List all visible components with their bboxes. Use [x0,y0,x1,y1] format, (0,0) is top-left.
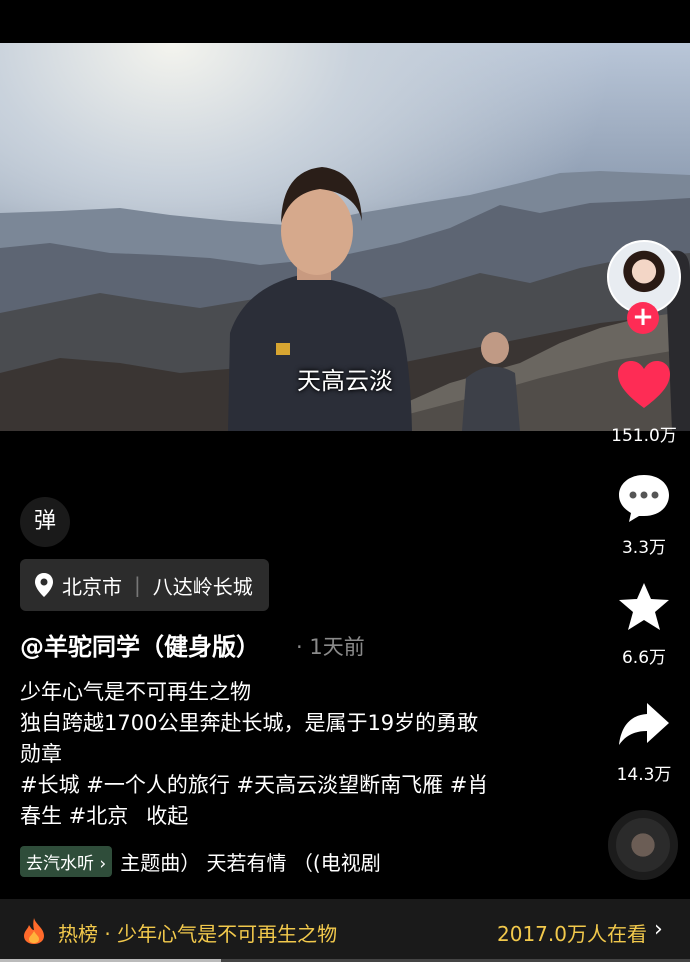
location-pin-icon [35,573,53,597]
music-row[interactable]: 去汽水听 › 主题曲） 天若有情 （(电视剧 [20,845,505,877]
video-frame[interactable]: 天高云淡 [0,43,690,431]
collapse-button[interactable]: 收起 [146,804,188,828]
danmu-button[interactable]: 弹 [20,497,70,547]
music-title: 主题曲） 天若有情 （(电视剧 [120,850,381,875]
comment-count: 3.3万 [621,538,667,558]
hot-list-title: 热榜 · 少年心气是不可再生之物 [58,922,338,946]
music-disc[interactable] [608,810,678,880]
post-time: · 1天前 [296,635,365,659]
like-count: 151.0万 [611,426,677,446]
desc-line: 独自跨越1700公里奔赴长城，是属于19岁的勇敢 [20,711,479,735]
viewer-count: 2017.0万人在看 [497,922,647,946]
share-icon[interactable] [615,697,673,751]
desc-line: 少年心气是不可再生之物 [20,680,251,704]
hot-list-bar[interactable]: 热榜 · 少年心气是不可再生之物 2017.0万人在看 › [0,899,690,962]
desc-line: 勋章 [20,742,62,766]
author-name[interactable]: @羊驼同学（健身版） [20,627,260,662]
location-separator: | [134,573,141,597]
heart-icon[interactable] [615,358,673,412]
hashtag-line[interactable]: #长城 #一个人的旅行 #天高云淡望断南飞雁 #肖 [20,770,540,801]
flame-icon [24,918,44,944]
location-tag[interactable]: 北京市 | 八达岭长城 [20,559,269,611]
video-subtitle: 天高云淡 [297,367,393,395]
comment-icon[interactable] [615,471,673,525]
follow-button[interactable]: + [627,302,659,334]
share-count: 14.3万 [616,765,672,785]
hashtag-line[interactable]: 春生 #北京 [20,804,128,828]
chevron-right-icon: › [654,917,663,942]
favorite-count: 6.6万 [621,648,667,668]
star-icon[interactable] [615,580,673,634]
post-description: 少年心气是不可再生之物 独自跨越1700公里奔赴长城，是属于19岁的勇敢 勋章 … [20,677,540,832]
location-place: 八达岭长城 [152,574,253,599]
location-city: 北京市 [62,574,122,599]
open-qishui-button[interactable]: 去汽水听 › [20,845,113,877]
